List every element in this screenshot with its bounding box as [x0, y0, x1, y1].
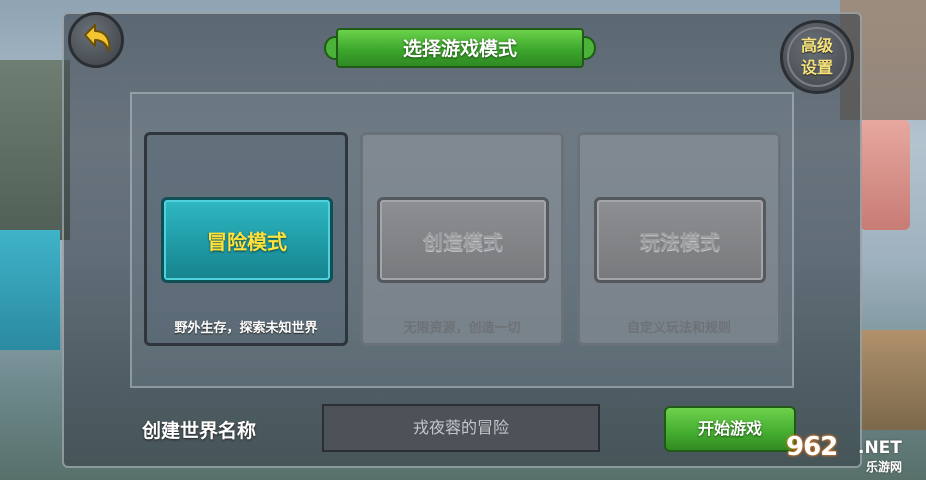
mode-card-creative[interactable]: 创造模式 无限资源，创造一切	[360, 132, 564, 346]
page-title: 选择游戏模式	[402, 38, 517, 60]
background-creature	[860, 330, 926, 430]
creative-mode-label: 创造模式	[423, 230, 503, 254]
watermark-site-name: 乐游网	[866, 460, 903, 474]
world-name-input[interactable]: 戎夜蓉的冒险	[322, 404, 600, 452]
game-scene-background: 选择游戏模式 高级 设置 冒险模式 野外生存，探索未知世界 创造模式 无限资源，…	[0, 0, 926, 480]
title-banner: 选择游戏模式	[322, 24, 598, 74]
background-water	[0, 230, 60, 350]
creative-mode-button[interactable]: 创造模式	[377, 197, 549, 283]
mode-card-custom[interactable]: 玩法模式 自定义玩法和规则	[577, 132, 781, 346]
advanced-settings-label: 高级 设置	[800, 36, 833, 77]
site-watermark: 962 .NET 乐游网	[786, 430, 920, 476]
back-arrow-icon	[84, 24, 111, 52]
adventure-mode-description: 野外生存，探索未知世界	[174, 321, 318, 336]
back-button[interactable]	[68, 12, 124, 68]
start-game-button[interactable]: 开始游戏	[664, 406, 796, 452]
adventure-mode-label: 冒险模式	[207, 230, 287, 254]
mode-card-adventure[interactable]: 冒险模式 野外生存，探索未知世界	[144, 132, 348, 346]
background-character	[860, 120, 910, 230]
watermark-logo: 962	[786, 432, 838, 462]
background-block	[0, 60, 70, 240]
adventure-mode-button[interactable]: 冒险模式	[161, 197, 333, 283]
advanced-settings-button[interactable]: 高级 设置	[780, 20, 854, 94]
custom-mode-description: 自定义玩法和规则	[626, 321, 731, 336]
world-name-label: 创建世界名称	[142, 420, 257, 442]
creative-mode-description: 无限资源，创造一切	[403, 321, 521, 336]
custom-mode-label: 玩法模式	[640, 230, 720, 254]
watermark-domain: .NET	[858, 438, 902, 458]
custom-mode-button[interactable]: 玩法模式	[594, 197, 766, 283]
